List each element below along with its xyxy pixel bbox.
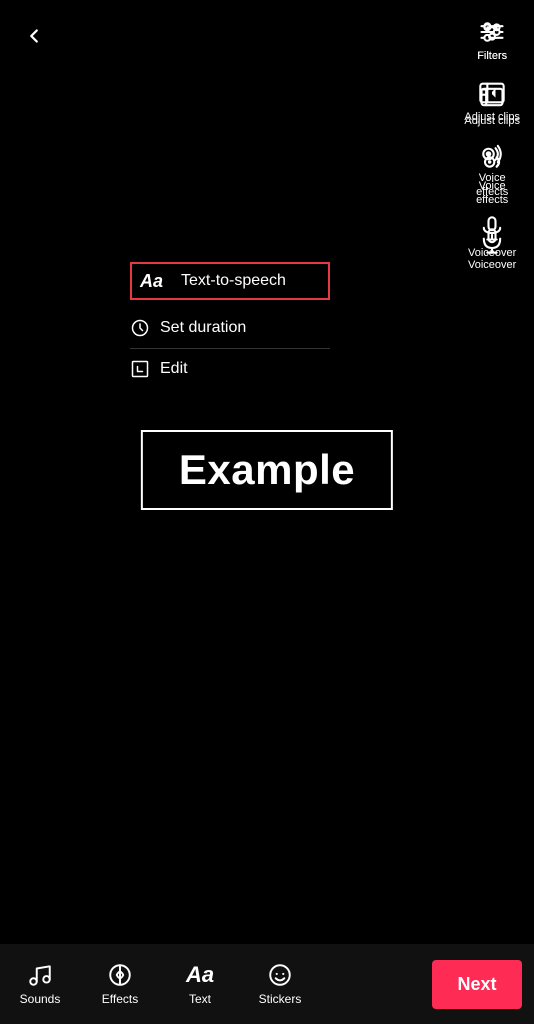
example-text: Example	[179, 446, 355, 494]
example-box: Example	[141, 430, 393, 510]
sidebar-item-filters[interactable]: Filters	[471, 10, 513, 71]
set-duration-label: Set duration	[160, 319, 246, 337]
nav-item-text[interactable]: Aa Text	[160, 954, 240, 1014]
edit-item[interactable]: Edit	[130, 349, 330, 389]
text-label: Text	[189, 992, 211, 1006]
bottom-bar: Sounds Effects Aa Text Stickers	[0, 944, 534, 1024]
sidebar-item-voiceover[interactable]: Voiceover	[462, 207, 522, 268]
text-to-speech-label: Text-to-speech	[181, 272, 286, 290]
voice-effects-label: Voice effects	[476, 172, 508, 198]
nav-item-effects[interactable]: Effects	[80, 954, 160, 1014]
text-to-speech-item[interactable]: Aa Text-to-speech	[130, 262, 330, 300]
bottom-nav: Sounds Effects Aa Text Stickers	[0, 954, 432, 1014]
context-menu: Aa Text-to-speech Set duration Edit	[130, 262, 330, 389]
next-button[interactable]: Next	[432, 960, 522, 1009]
nav-item-sounds[interactable]: Sounds	[0, 954, 80, 1014]
edit-icon	[130, 359, 150, 379]
filters-label: Filters	[477, 50, 507, 63]
effects-label: Effects	[102, 992, 138, 1006]
adjust-clips-label: Adjust clips	[464, 111, 520, 124]
text-aa-icon: Aa	[132, 266, 171, 296]
back-button[interactable]	[16, 18, 52, 54]
voiceover-label: Voiceover	[468, 247, 516, 260]
stickers-label: Stickers	[259, 992, 302, 1006]
sidebar-item-voice-effects[interactable]: Voice effects	[470, 132, 514, 206]
sounds-label: Sounds	[20, 992, 61, 1006]
sidebar-item-adjust-clips[interactable]: Adjust clips	[458, 71, 526, 132]
nav-item-stickers[interactable]: Stickers	[240, 954, 320, 1014]
edit-label: Edit	[160, 360, 188, 378]
clock-icon	[130, 318, 150, 338]
set-duration-item[interactable]: Set duration	[130, 308, 330, 349]
text-nav-icon: Aa	[186, 962, 214, 988]
